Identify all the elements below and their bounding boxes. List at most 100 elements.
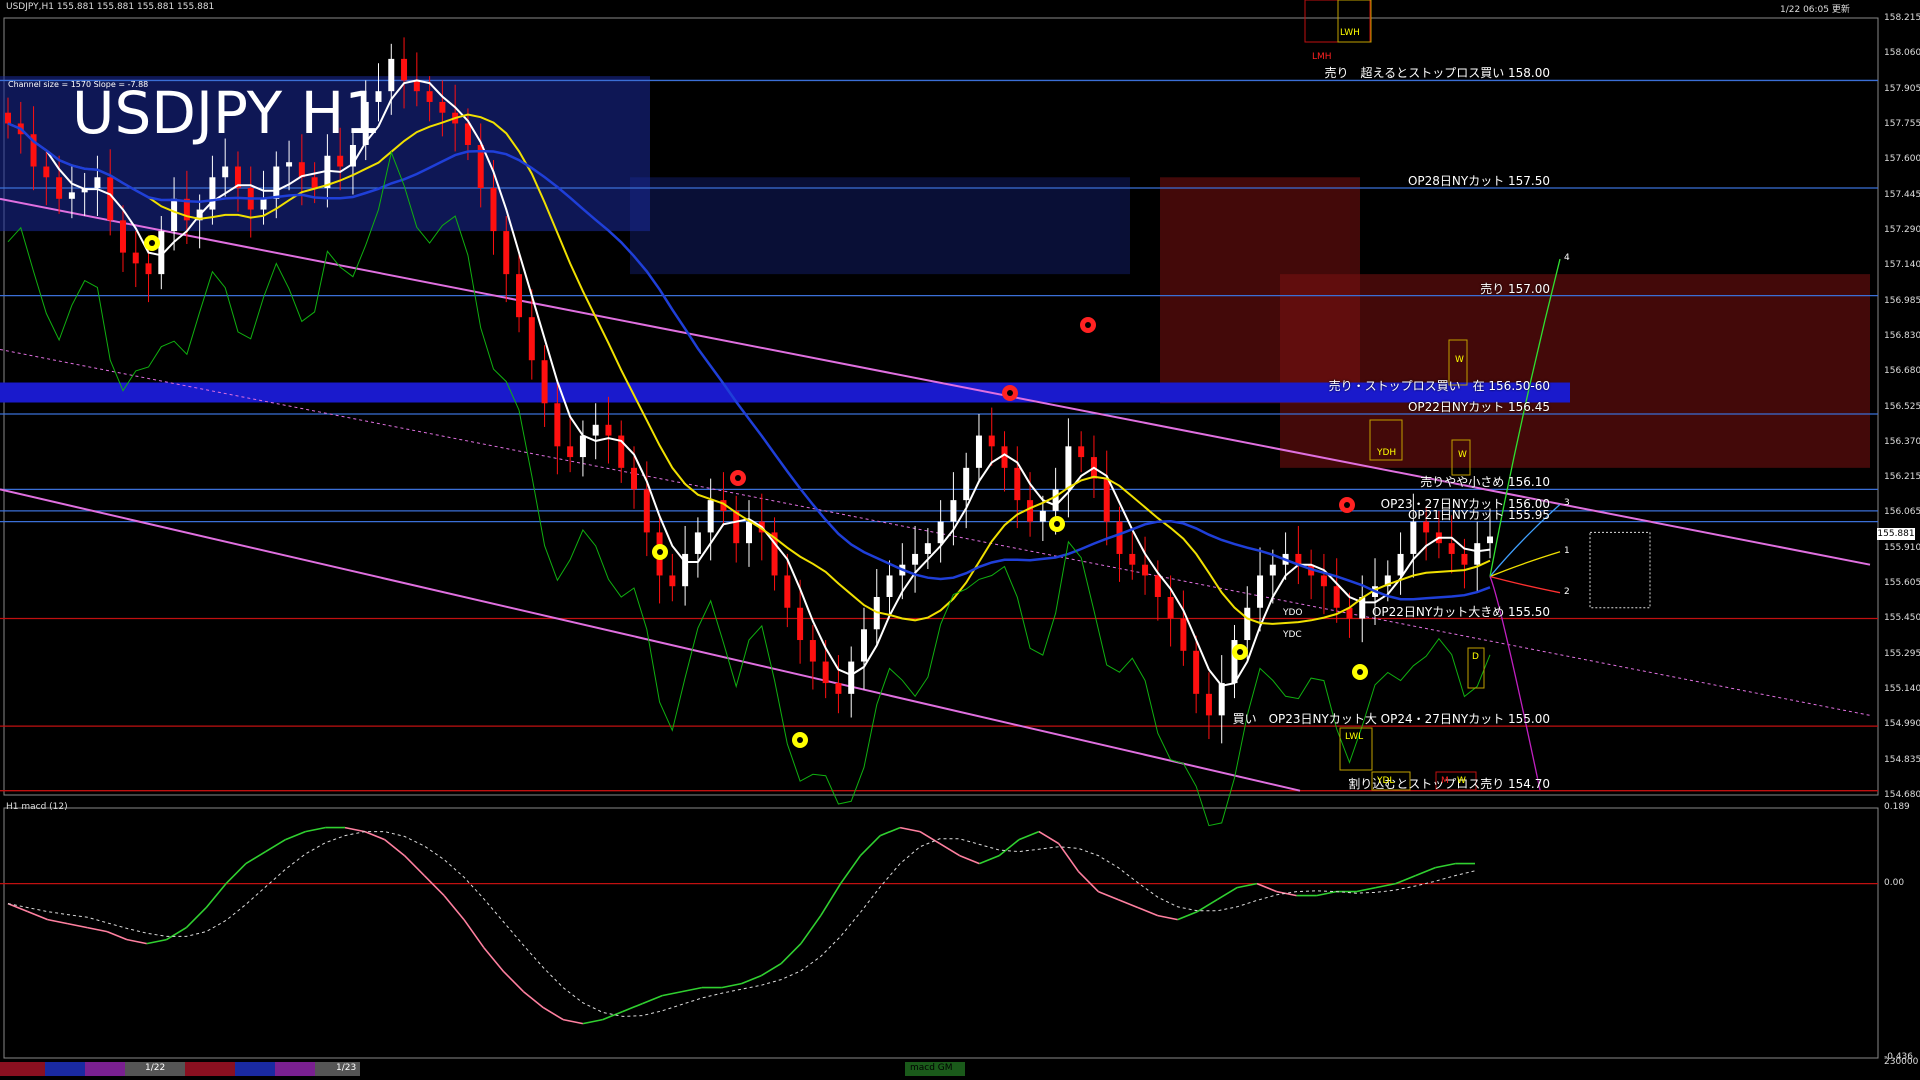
- candle-body: [797, 607, 804, 641]
- session-block: [45, 1062, 85, 1076]
- macd-line: [47, 918, 68, 925]
- level-label-4: OP22日NYカット 156.45: [1407, 400, 1550, 415]
- macd-name: macd GM: [910, 1063, 953, 1073]
- candle-body: [1065, 446, 1072, 490]
- chart-canvas[interactable]: [0, 0, 1920, 1080]
- pivot-label-0: LWH: [1340, 28, 1360, 38]
- price-tick-19: 155.140: [1884, 684, 1920, 695]
- candle-body: [388, 58, 395, 92]
- price-tick-13: 156.215: [1884, 472, 1920, 483]
- price-tick-21: 154.835: [1884, 754, 1920, 765]
- macd-line: [87, 926, 108, 933]
- date-label-2: 1/23: [336, 1063, 357, 1073]
- candle-body: [963, 467, 970, 501]
- candle-body: [132, 252, 139, 264]
- macd-line: [1117, 898, 1139, 909]
- candle-body: [1180, 618, 1187, 651]
- macd-line: [721, 982, 742, 989]
- candle-body: [1218, 683, 1225, 716]
- level-label-8: OP22日NYカット大きめ 155.50: [1371, 604, 1550, 619]
- candle-body: [1027, 500, 1034, 522]
- session-block: [0, 1062, 45, 1076]
- price-tick-10: 156.680: [1884, 366, 1920, 377]
- candle-body: [592, 424, 599, 436]
- macd-line: [1216, 886, 1238, 901]
- date-label-1: 1/22: [145, 1063, 166, 1073]
- price-tick-15: 155.910: [1884, 542, 1920, 553]
- macd-line: [622, 1002, 643, 1013]
- channel-info: Channel size = 1570 Slope = -7.88: [8, 80, 149, 89]
- candle-body: [1320, 575, 1327, 587]
- macd-tick-3: 230000: [1884, 1057, 1919, 1067]
- price-tick-18: 155.295: [1884, 648, 1920, 659]
- signal-marker-core: [735, 475, 741, 481]
- macd-line: [681, 986, 703, 993]
- pivot-label-5: YDO: [1283, 608, 1303, 618]
- candle-body: [94, 177, 101, 189]
- price-tick-8: 156.985: [1884, 295, 1920, 306]
- candle-body: [1001, 446, 1008, 468]
- pivot-label-3: YDH: [1377, 448, 1397, 458]
- session-block: [185, 1062, 235, 1076]
- price-tick-20: 154.990: [1884, 719, 1920, 730]
- candle-body: [1333, 586, 1340, 608]
- macd-line: [106, 930, 128, 941]
- macd-line: [879, 826, 901, 837]
- price-tick-5: 157.445: [1884, 189, 1920, 200]
- candle-body: [937, 521, 944, 544]
- candle-body: [286, 162, 293, 167]
- pivot-label-7: D: [1472, 652, 1479, 662]
- candle-body: [464, 123, 471, 145]
- candle-body: [413, 80, 420, 92]
- candle-body: [1129, 553, 1136, 565]
- candle-body: [273, 166, 280, 199]
- candle-body: [145, 263, 152, 275]
- macd-line: [741, 974, 762, 985]
- price-tick-17: 155.450: [1884, 613, 1920, 624]
- candle-body: [605, 424, 612, 436]
- kumo-cloud-blue: [630, 177, 1130, 275]
- candle-body: [835, 683, 842, 694]
- candle-body: [554, 403, 561, 447]
- macd-line: [979, 854, 1000, 865]
- price-tick-6: 157.290: [1884, 224, 1920, 235]
- candle-body: [809, 640, 816, 662]
- candle-body: [1474, 543, 1481, 565]
- price-tick-14: 156.065: [1884, 507, 1920, 518]
- signal-marker-core: [1007, 390, 1013, 396]
- candle-body: [541, 360, 548, 404]
- candle-body: [1461, 553, 1468, 565]
- candle-body: [694, 532, 701, 554]
- price-tick-22: 154.680: [1884, 790, 1920, 800]
- candle-body: [1410, 521, 1417, 554]
- macd-line: [1316, 890, 1337, 897]
- candle-body: [988, 435, 995, 447]
- macd-line: [185, 907, 207, 929]
- macd-line: [423, 875, 445, 897]
- candle-body: [1257, 575, 1264, 608]
- macd-line: [939, 842, 960, 857]
- symbol-info: USDJPY,H1 155.881 155.881 155.881 155.88…: [6, 2, 215, 12]
- macd-line: [305, 826, 326, 833]
- update-time: 1/22 06:05 更新: [1780, 5, 1850, 15]
- level-label-2: 売り 157.00: [1480, 281, 1550, 296]
- candle-body: [516, 274, 523, 318]
- macd-line: [126, 938, 147, 945]
- macd-line: [800, 915, 822, 945]
- candle-body: [733, 510, 740, 544]
- candle-body: [1154, 575, 1161, 597]
- candle-body: [490, 188, 497, 232]
- macd-line: [899, 826, 921, 833]
- macd-line: [1435, 862, 1456, 869]
- macd-line: [443, 895, 465, 921]
- pivot-label-11: W: [1457, 776, 1466, 786]
- candle-body: [579, 435, 586, 458]
- candle-body: [426, 91, 433, 102]
- candle-body: [311, 177, 318, 189]
- macd-line: [1177, 910, 1198, 921]
- candle-body: [707, 500, 714, 533]
- pivot-label-6: YDC: [1283, 630, 1302, 640]
- macd-line: [1355, 886, 1377, 893]
- price-tick-12: 156.370: [1884, 436, 1920, 447]
- candle-body: [643, 489, 650, 533]
